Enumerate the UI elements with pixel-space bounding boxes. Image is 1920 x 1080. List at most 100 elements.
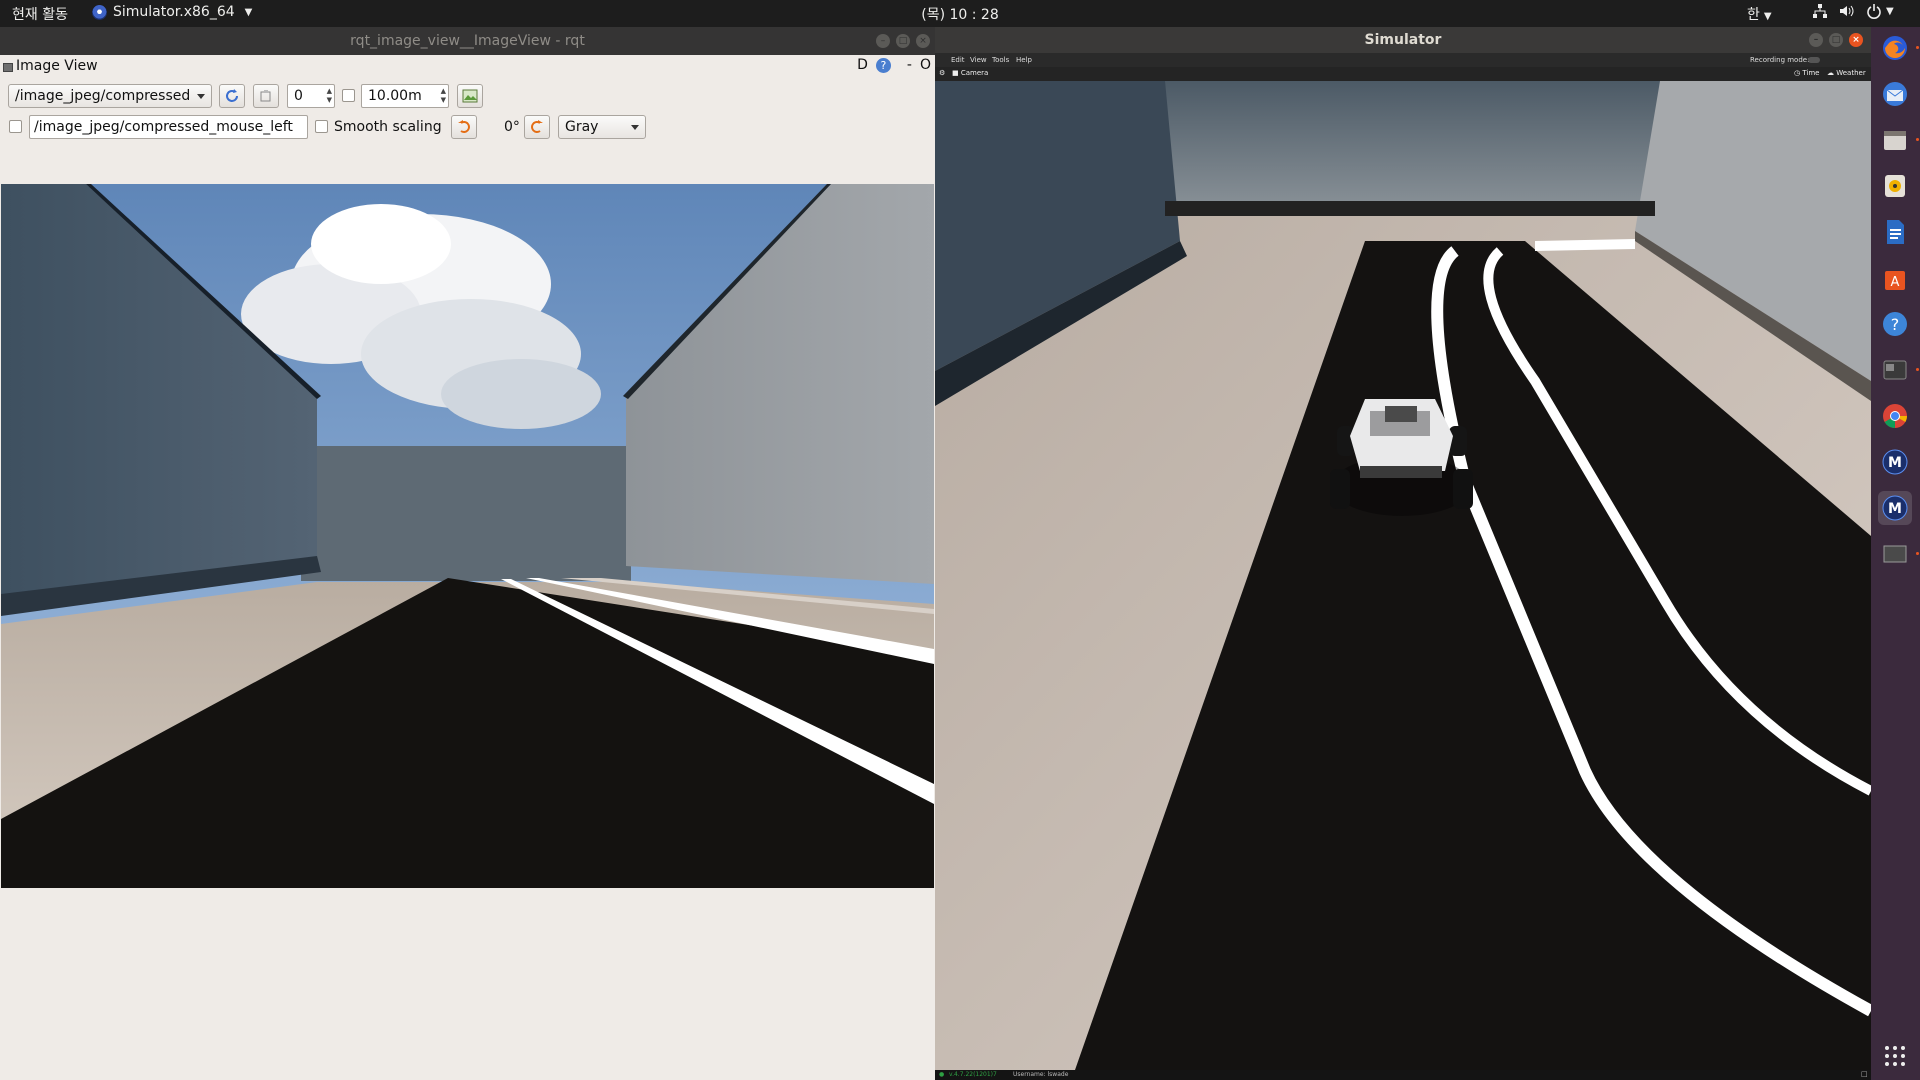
camera-button[interactable]: ■ Camera (952, 69, 988, 77)
minimize-icon[interactable]: – (1809, 33, 1823, 47)
dock-toggle-button[interactable]: D (857, 57, 868, 73)
version-text: v.4.7.22(1201)7 (949, 1071, 997, 1078)
svg-text:M: M (1888, 501, 1902, 517)
topic-combobox[interactable]: /image_jpeg/compressed (8, 84, 212, 108)
close-icon[interactable]: × (1849, 33, 1863, 47)
rhythmbox-icon[interactable] (1878, 169, 1912, 203)
software-icon[interactable]: A (1878, 261, 1912, 295)
smooth-scaling-checkbox[interactable] (315, 120, 328, 133)
network-icon[interactable] (1812, 3, 1828, 19)
rotate-left-icon (458, 120, 470, 133)
topic-value: /image_jpeg/compressed (15, 88, 191, 104)
username-text: Username: lswade (1013, 1071, 1069, 1078)
rotate-right-icon (531, 120, 543, 133)
rotation-label: 0° (504, 119, 520, 135)
help-icon[interactable]: ? (875, 57, 891, 73)
menu-help[interactable]: Help (1016, 56, 1032, 64)
smooth-scaling-label: Smooth scaling (334, 119, 442, 135)
save-image-button[interactable] (457, 84, 483, 108)
color-scheme-combobox[interactable]: Gray (558, 115, 646, 139)
svg-text:A: A (1891, 275, 1900, 290)
time-label: Time (1802, 69, 1820, 77)
svg-text:?: ? (1891, 315, 1900, 334)
terminal-icon[interactable] (1878, 353, 1912, 387)
help-label: ? (880, 58, 887, 72)
thunderbird-icon[interactable] (1878, 77, 1912, 111)
power-icon[interactable]: ▼ (1866, 3, 1894, 19)
distance-checkbox[interactable] (342, 89, 355, 102)
rotate-right-button[interactable] (524, 115, 550, 139)
simulator-icon[interactable]: M (1878, 445, 1912, 479)
caret-down-icon: ▼ (244, 6, 253, 18)
simulator-icon-2[interactable]: M (1878, 491, 1912, 525)
save-image-icon (462, 89, 478, 103)
menu-tools[interactable]: Tools (992, 56, 1009, 64)
camera-label: Camera (960, 69, 989, 77)
app-menu[interactable]: Simulator.x86_64 ▼ (92, 4, 252, 20)
recording-mode-label: Recording mode: (1750, 56, 1810, 64)
maximize-icon[interactable]: □ (896, 34, 910, 48)
mouse-publish-checkbox[interactable] (9, 120, 22, 133)
weather-label: Weather (1836, 69, 1866, 77)
camera-icon: ■ (952, 69, 961, 77)
simulator-app-icon (92, 4, 107, 20)
app-menu-label: Simulator.x86_64 (113, 4, 235, 20)
top-bar: 현재 활동 Simulator.x86_64 ▼ (목) 10 : 28 한 ▼ … (0, 0, 1920, 27)
svg-text:M: M (1888, 455, 1902, 471)
chrome-icon[interactable] (1878, 399, 1912, 433)
dropdown-arrow-icon (631, 125, 639, 130)
menu-edit[interactable]: Edit (951, 56, 965, 64)
distance-spinbox[interactable]: 10.00m ▲ ▼ (361, 84, 449, 108)
close-plugin-button[interactable]: O (920, 57, 931, 73)
settings-icon[interactable]: ⚙ (939, 69, 945, 77)
recording-mode-toggle[interactable] (1808, 57, 1820, 63)
activities-button[interactable]: 현재 활동 (12, 4, 68, 24)
input-method-indicator[interactable]: 한 ▼ (1747, 4, 1772, 24)
minimize-icon[interactable]: – (876, 34, 890, 48)
simulator-3d-view[interactable] (935, 81, 1871, 1070)
running-indicator (1916, 46, 1919, 49)
simulator-status-bar: ● v.4.7.22(1201)7 Username: lswade □ (935, 1070, 1871, 1080)
frame-spinbox[interactable]: 0 ▲ ▼ (287, 84, 335, 108)
dock: A ? M M (1871, 27, 1920, 1080)
rqt-titlebar[interactable]: rqt_image_view__ImageView - rqt – □ × (0, 27, 935, 55)
weather-button[interactable]: ☁ Weather (1827, 69, 1866, 77)
maximize-icon[interactable]: □ (1829, 33, 1843, 47)
mouse-topic-value: /image_jpeg/compressed_mouse_left (34, 119, 293, 135)
menu-view[interactable]: View (970, 56, 987, 64)
cloud-icon: ☁ (1827, 69, 1837, 77)
simulator-menu-bar: Edit View Tools Help Recording mode: (935, 53, 1871, 67)
help-icon[interactable]: ? (1878, 307, 1912, 341)
simulator-scene (935, 81, 1871, 1070)
toolbar-row-1: /image_jpeg/compressed 0 ▲ ▼ 10.00m ▲ ▼ (0, 83, 935, 113)
plugin-icon (3, 63, 13, 72)
close-icon[interactable]: × (916, 34, 930, 48)
expand-icon[interactable]: □ (1861, 1070, 1868, 1078)
color-scheme-value: Gray (565, 119, 599, 135)
mouse-topic-input[interactable]: /image_jpeg/compressed_mouse_left (29, 115, 308, 139)
time-button[interactable]: ◷ Time (1794, 69, 1819, 77)
camera-image-view[interactable] (1, 184, 934, 888)
simulator-titlebar[interactable]: Simulator – □ × (935, 27, 1871, 53)
spin-arrows-icon[interactable]: ▲ ▼ (327, 87, 332, 105)
simulator-window: Simulator – □ × Edit View Tools Help Rec… (935, 27, 1871, 1080)
show-applications-icon[interactable] (1878, 1039, 1912, 1073)
window-icon[interactable] (1878, 537, 1912, 571)
input-method-label: 한 (1747, 7, 1760, 23)
minimize-plugin-button[interactable]: - (907, 57, 912, 73)
clock[interactable]: (목) 10 : 28 (921, 4, 999, 24)
writer-icon[interactable] (1878, 215, 1912, 249)
simulator-window-title: Simulator (1364, 32, 1442, 48)
rotate-left-button[interactable] (451, 115, 477, 139)
files-icon[interactable] (1878, 123, 1912, 157)
close-plugin-label: O (919, 57, 931, 73)
dropdown-arrow-icon (197, 94, 205, 99)
volume-icon[interactable] (1838, 3, 1856, 19)
firefox-icon[interactable] (1878, 31, 1912, 65)
running-indicator (1916, 552, 1919, 555)
refresh-button[interactable] (219, 84, 245, 108)
spin-arrows-icon[interactable]: ▲ ▼ (441, 87, 446, 105)
plugin-header: Image View D ? - O (0, 55, 935, 79)
frame-value: 0 (294, 88, 303, 104)
zoom-fit-button[interactable] (253, 84, 279, 108)
